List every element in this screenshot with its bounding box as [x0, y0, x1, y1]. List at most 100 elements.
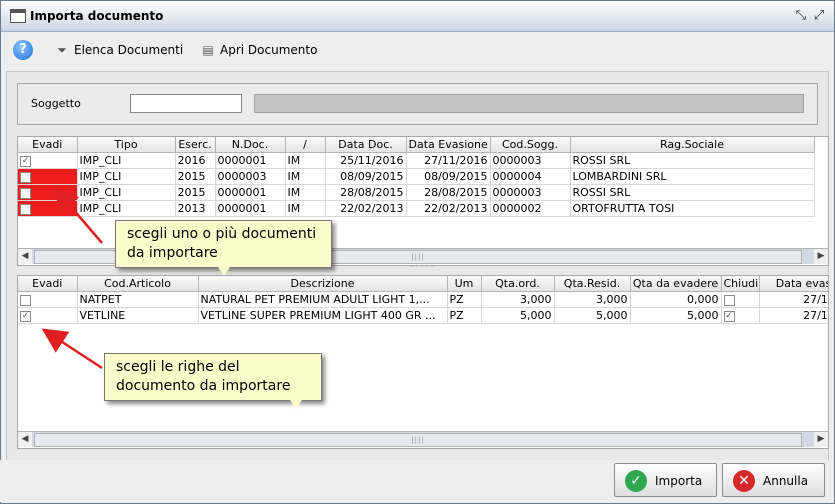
column-header[interactable]: N.Doc. — [215, 137, 286, 153]
table-cell[interactable]: IMP_CLI — [77, 184, 176, 201]
help-icon[interactable]: ? — [13, 40, 33, 60]
importa-button[interactable]: ✓ Importa — [614, 463, 717, 497]
table-cell[interactable]: ORTOFRUTTA TOSI — [570, 200, 815, 217]
table-row[interactable]: IMP_CLI 2015 0000003 IM 08/09/2015 08/09/2015… — [18, 168, 815, 185]
table-cell[interactable]: IM — [285, 184, 326, 201]
checked-checkbox[interactable]: ✓ — [723, 310, 735, 322]
table-cell[interactable]: 0000003 — [490, 152, 571, 169]
table-cell[interactable]: LOMBARDINI SRL — [570, 168, 815, 185]
restore-icon[interactable]: ⤡ — [794, 9, 808, 23]
table-cell[interactable]: 2013 — [175, 200, 216, 217]
column-header[interactable]: Data Evasione — [406, 137, 491, 153]
table-cell[interactable] — [18, 200, 78, 217]
column-header[interactable]: Qta.ord. — [481, 276, 555, 292]
table-cell[interactable] — [18, 184, 78, 201]
maximize-icon[interactable]: ⤢ — [812, 9, 826, 23]
column-header[interactable]: Rag.Sociale — [570, 137, 815, 153]
table-cell[interactable] — [721, 291, 760, 308]
table-row[interactable]: ✓ VETLINE VETLINE SUPER PREMIUM LIGHT 400 … — [18, 307, 828, 324]
table-cell[interactable]: 3,000 — [554, 291, 631, 308]
table-cell[interactable]: 08/09/2015 — [406, 168, 491, 185]
table-cell[interactable]: 08/09/2015 — [325, 168, 407, 185]
checked-checkbox[interactable]: ✓ — [20, 155, 31, 167]
table-cell[interactable]: IM — [285, 152, 326, 169]
unchecked-checkbox[interactable] — [20, 294, 31, 306]
scroll-thumb[interactable]: |||| — [34, 433, 802, 447]
table-cell[interactable]: 22/02/2013 — [325, 200, 407, 217]
table-row[interactable]: IMP_CLI 2013 0000001 IM 22/02/2013 22/02/2013… — [18, 200, 815, 217]
table-cell[interactable]: 22/02/2013 — [406, 200, 491, 217]
table-cell[interactable]: ✓ — [18, 307, 78, 324]
table-cell[interactable]: 0000003 — [215, 168, 286, 185]
column-header[interactable]: Qta.Resid. — [554, 276, 631, 292]
table-cell[interactable]: 0000003 — [490, 184, 571, 201]
table-cell[interactable] — [18, 291, 78, 308]
table-cell[interactable]: 25/11/2016 — [325, 152, 407, 169]
table-cell[interactable]: 3,000 — [481, 291, 555, 308]
table-cell[interactable]: NATURAL PET PREMIUM ADULT LIGHT 1,... — [198, 291, 448, 308]
table-cell[interactable]: 5,000 — [481, 307, 555, 324]
column-header[interactable]: Evadi — [18, 276, 78, 292]
table-cell[interactable]: IM — [285, 200, 326, 217]
table-cell[interactable]: 2016 — [175, 152, 216, 169]
column-header[interactable]: Evadi — [18, 137, 78, 153]
column-header[interactable]: Qta da evadere — [630, 276, 722, 292]
unchecked-checkbox[interactable] — [20, 203, 31, 215]
table-cell[interactable]: 2015 — [175, 168, 216, 185]
table-cell[interactable]: 2015 — [175, 184, 216, 201]
annulla-button[interactable]: ✕ Annulla — [722, 463, 825, 497]
unchecked-checkbox[interactable] — [723, 294, 735, 306]
column-header[interactable]: / — [285, 137, 326, 153]
table-cell[interactable]: VETLINE SUPER PREMIUM LIGHT 400 GR ... — [198, 307, 448, 324]
table-cell[interactable]: IMP_CLI — [77, 168, 176, 185]
table-row[interactable]: NATPET NATURAL PET PREMIUM ADULT LIGHT 1,… — [18, 291, 828, 308]
column-header[interactable]: Data Doc. — [325, 137, 407, 153]
scroll-right-icon[interactable]: ▶ — [814, 432, 828, 447]
column-header[interactable]: Descrizione — [198, 276, 448, 292]
scroll-left-icon[interactable]: ◀ — [18, 249, 32, 264]
table-cell[interactable]: IMP_CLI — [77, 152, 176, 169]
checked-checkbox[interactable]: ✓ — [20, 310, 31, 322]
table-cell[interactable]: 0000001 — [215, 200, 286, 217]
table-cell[interactable]: ✓ — [18, 152, 78, 169]
table-cell[interactable]: ROSSI SRL — [570, 152, 815, 169]
table-cell[interactable]: 0000002 — [490, 200, 571, 217]
column-header[interactable]: Cod.Sogg. — [490, 137, 571, 153]
table-cell[interactable]: 5,000 — [554, 307, 631, 324]
table-cell[interactable]: PZ — [447, 291, 482, 308]
table-cell[interactable] — [18, 168, 78, 185]
table-cell[interactable]: 0000001 — [215, 184, 286, 201]
table-cell[interactable]: 27/11/2016 — [406, 152, 491, 169]
table-cell[interactable]: 27/11/2 — [759, 291, 828, 308]
table-cell[interactable]: IMP_CLI — [77, 200, 176, 217]
column-header[interactable]: Data evas — [759, 276, 828, 292]
unchecked-checkbox[interactable] — [20, 171, 31, 183]
table-cell[interactable]: 0000001 — [215, 152, 286, 169]
table-cell[interactable]: IM — [285, 168, 326, 185]
soggetto-input[interactable] — [130, 94, 242, 113]
table-cell[interactable]: 28/08/2015 — [406, 184, 491, 201]
lines-horizontal-scrollbar[interactable]: ◀ |||| ▶ — [18, 431, 828, 447]
table-cell[interactable]: 27/11/2 — [759, 307, 828, 324]
table-cell[interactable]: 0000004 — [490, 168, 571, 185]
column-header[interactable]: Cod.Articolo — [77, 276, 199, 292]
table-cell[interactable]: NATPET — [77, 291, 199, 308]
unchecked-checkbox[interactable] — [20, 187, 31, 199]
scroll-right-icon[interactable]: ▶ — [814, 249, 828, 264]
table-row[interactable]: ✓ IMP_CLI 2016 0000001 IM 25/11/2016 27/11/201… — [18, 152, 815, 169]
column-header[interactable]: Tipo — [77, 137, 176, 153]
table-cell[interactable]: 5,000 — [630, 307, 722, 324]
apri-documento-button[interactable]: ▤ Apri Documento — [201, 42, 317, 60]
table-cell[interactable]: 28/08/2015 — [325, 184, 407, 201]
table-cell[interactable]: VETLINE — [77, 307, 199, 324]
table-cell[interactable]: ✓ — [721, 307, 760, 324]
table-row[interactable]: IMP_CLI 2015 0000001 IM 28/08/2015 28/08/2015… — [18, 184, 815, 201]
column-header[interactable]: Eserc. — [175, 137, 216, 153]
column-header[interactable]: Um — [447, 276, 482, 292]
table-cell[interactable]: ROSSI SRL — [570, 184, 815, 201]
scroll-left-icon[interactable]: ◀ — [18, 432, 32, 447]
table-cell[interactable]: PZ — [447, 307, 482, 324]
elenca-documenti-button[interactable]: ⏷ Elenca Documenti — [55, 42, 183, 60]
table-cell[interactable]: 0,000 — [630, 291, 722, 308]
column-header[interactable]: Chiudi — [721, 276, 760, 292]
